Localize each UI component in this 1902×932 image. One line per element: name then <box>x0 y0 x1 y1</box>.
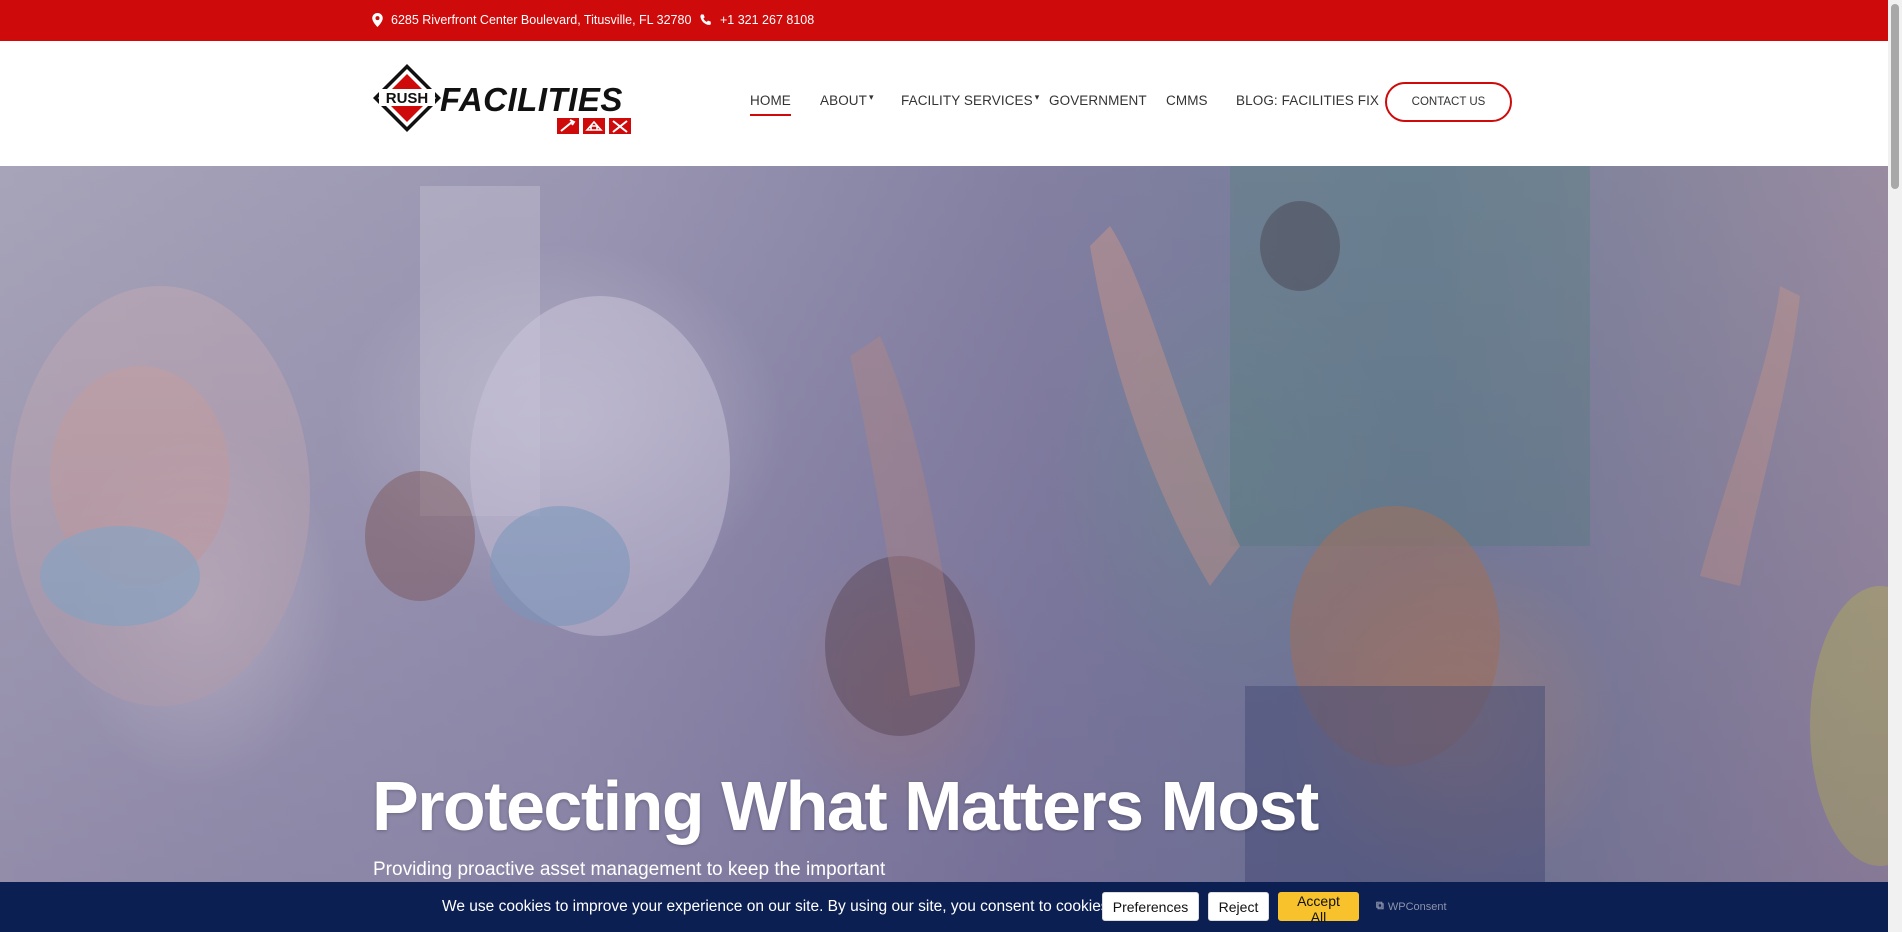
nav-about-label: ABOUT <box>820 93 868 108</box>
site-header: RUSH FACILITIES HOME ABOUT ▾ FACILITY SER… <box>0 41 1888 166</box>
nav-home[interactable]: HOME <box>750 93 791 116</box>
address-text: 6285 Riverfront Center Boulevard, Titusv… <box>391 13 692 27</box>
wpconsent-brand-text: WPConsent <box>1387 900 1447 913</box>
caret-down-icon: ▾ <box>869 92 874 102</box>
main-nav: HOME ABOUT ▾ FACILITY SERVICES ▾ GOVERNMEN… <box>0 92 1888 117</box>
nav-cmms-label: CMMS <box>1166 93 1208 108</box>
caret-down-icon: ▾ <box>1034 92 1040 102</box>
cookie-preferences-button[interactable]: Preferences <box>1102 892 1199 921</box>
nav-facility-services-label: FACILITY SERVICES <box>901 93 1033 108</box>
hero-subtitle: Providing proactive asset management to … <box>373 859 886 880</box>
cookie-message: We use cookies to improve your experienc… <box>442 898 1113 915</box>
phone-item[interactable]: +1 321 267 8108 <box>699 13 814 27</box>
contact-us-button[interactable]: CONTACT US <box>1385 82 1512 122</box>
cookie-reject-button[interactable]: Reject <box>1208 892 1269 921</box>
nav-government[interactable]: GOVERNMENT <box>1049 93 1147 108</box>
scrollbar-thumb[interactable] <box>1891 4 1899 189</box>
address-item: 6285 Riverfront Center Boulevard, Titusv… <box>372 13 691 27</box>
hero-section: Protecting What Matters Most Providing p… <box>0 166 1888 882</box>
nav-blog[interactable]: BLOG: FACILITIES FIX <box>1236 93 1379 108</box>
wpconsent-logo-icon: ⧉ <box>1376 900 1384 912</box>
nav-home-label: HOME <box>750 93 791 108</box>
page-scrollbar[interactable] <box>1888 0 1902 932</box>
nav-blog-label: BLOG: FACILITIES FIX <box>1236 93 1380 108</box>
cookie-banner: We use cookies to improve your experienc… <box>0 882 1888 932</box>
nav-government-label: GOVERNMENT <box>1049 93 1147 108</box>
nav-cmms[interactable]: CMMS <box>1166 93 1208 108</box>
top-contact-bar: 6285 Riverfront Center Boulevard, Titusv… <box>0 0 1888 41</box>
phone-icon <box>700 13 711 25</box>
phone-text[interactable]: +1 321 267 8108 <box>720 13 814 27</box>
nav-facility-services[interactable]: FACILITY SERVICES ▾ <box>901 92 1040 108</box>
cookie-accept-all-button[interactable]: Accept All <box>1278 892 1359 925</box>
map-pin-icon <box>372 13 383 27</box>
nav-about[interactable]: ABOUT ▾ <box>820 92 874 108</box>
wpconsent-brand[interactable]: ⧉ WPConsent <box>1376 900 1447 913</box>
hero-title: Protecting What Matters Most <box>372 767 1319 845</box>
